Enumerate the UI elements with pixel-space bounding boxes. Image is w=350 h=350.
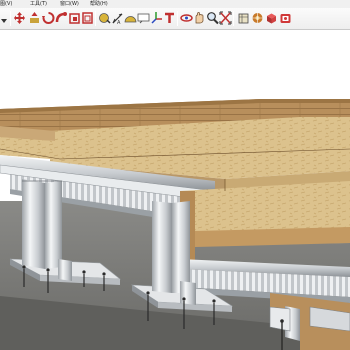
- toolbar-separator: [95, 11, 96, 26]
- menu-window[interactable]: 窗口(W): [60, 0, 79, 8]
- zoom-extents-icon[interactable]: [219, 11, 232, 25]
- pan-icon[interactable]: [193, 11, 206, 25]
- axes-icon[interactable]: [150, 11, 163, 25]
- toolbar-separator: [10, 11, 11, 26]
- menu-help[interactable]: 帮助(H): [90, 0, 108, 8]
- floor-system-model: [0, 99, 350, 350]
- move-icon[interactable]: [13, 11, 26, 25]
- rotate-icon[interactable]: [42, 11, 55, 25]
- toolbar-separator: [177, 11, 178, 26]
- orbit-icon[interactable]: [180, 11, 193, 25]
- offset-icon[interactable]: [81, 11, 94, 25]
- zoom-icon[interactable]: [206, 11, 219, 25]
- component-icon[interactable]: [265, 11, 278, 25]
- menu-view[interactable]: 图(V): [0, 0, 12, 8]
- menu-tools[interactable]: 工具(T): [30, 0, 47, 8]
- 3d-text-icon[interactable]: [163, 11, 176, 25]
- protractor-icon[interactable]: [124, 11, 137, 25]
- toolbar-separator: [233, 11, 234, 26]
- tape-measure-icon[interactable]: [98, 11, 111, 25]
- text-icon[interactable]: [137, 11, 150, 25]
- svg-text:A: A: [117, 20, 121, 25]
- scale-icon[interactable]: [68, 11, 81, 25]
- dimension-icon[interactable]: A: [111, 11, 124, 25]
- toolbar: A: [0, 8, 350, 30]
- model-viewport[interactable]: [0, 31, 350, 350]
- follow-me-icon[interactable]: [55, 11, 68, 25]
- menu-bar: 图(V) 工具(T) 窗口(W) 帮助(H): [0, 0, 350, 8]
- push-pull-icon[interactable]: [28, 11, 41, 25]
- toolbar-dropdown-icon[interactable]: [0, 12, 9, 25]
- sketchup-window: 图(V) 工具(T) 窗口(W) 帮助(H) A: [0, 0, 350, 350]
- extension-icon[interactable]: [279, 11, 292, 25]
- share-model-icon[interactable]: [251, 11, 264, 25]
- 3d-warehouse-icon[interactable]: [237, 11, 250, 25]
